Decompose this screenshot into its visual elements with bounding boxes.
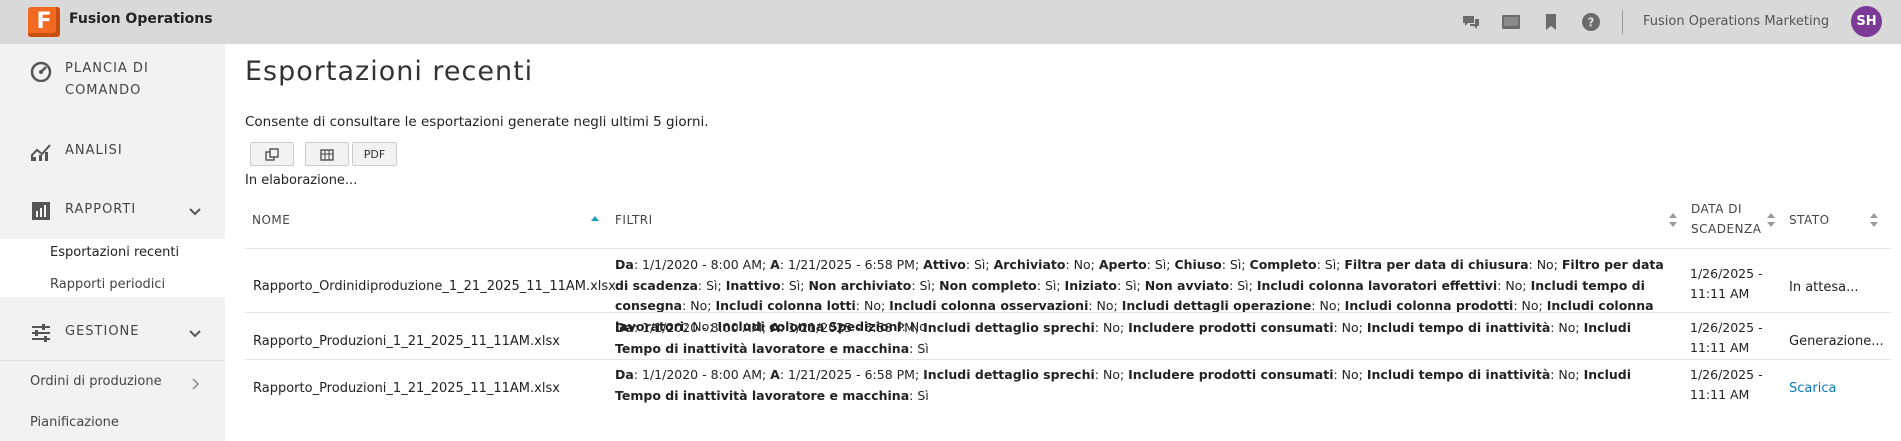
filter-key: Includi colonna prodotti (1344, 298, 1514, 313)
filter-key: Chiuso (1174, 257, 1222, 272)
filter-key: Da (615, 257, 634, 272)
table-icon (320, 149, 334, 161)
column-header-name[interactable]: NOME (252, 213, 290, 227)
column-header-due-date[interactable]: DATA DI SCADENZA (1691, 199, 1763, 239)
chevron-down-icon[interactable] (188, 327, 202, 341)
top-bar-separator (1622, 10, 1623, 34)
copy-icon (265, 148, 279, 161)
column-header-filters[interactable]: FILTRI (615, 213, 653, 227)
sidebar-item-label: RAPPORTI (65, 202, 137, 217)
filter-key: Includi colonna osservazioni (889, 298, 1089, 313)
filter-key: A (770, 320, 780, 335)
file-name[interactable]: Rapporto_Ordinidiproduzione_1_21_2025_11… (253, 279, 616, 294)
filter-key: Filtra per data di chiusura (1344, 257, 1529, 272)
status-cell: Generazione... (1789, 334, 1884, 349)
filter-key: A (770, 257, 780, 272)
analytics-icon (31, 144, 51, 161)
processing-indicator: In elaborazione... (245, 173, 358, 188)
filter-key: Includi tempo di inattività (1366, 320, 1551, 335)
download-link[interactable]: Scarica (1789, 381, 1836, 396)
filter-key: Includere prodotti consumati (1128, 367, 1334, 382)
sidebar-item-production-orders[interactable]: Ordini di produzione (0, 367, 225, 397)
filter-key: Non archiviato (808, 277, 912, 293)
sidebar-item-dashboard[interactable]: PLANCIA DI COMANDO (0, 52, 225, 102)
sidebar-item-label: PLANCIA DI COMANDO (65, 61, 149, 98)
app-logo[interactable]: F (28, 7, 60, 37)
filter-key: Archiviato (993, 257, 1066, 272)
filter-key: Aperto (1098, 257, 1147, 272)
status-cell: In attesa... (1789, 280, 1859, 295)
filter-key: Da (615, 320, 634, 335)
sort-icon[interactable] (1669, 213, 1677, 227)
chat-icon[interactable] (1461, 12, 1481, 32)
sidebar: PLANCIA DI COMANDO ANALISI RAPPORTI Espo… (0, 44, 225, 441)
help-icon[interactable]: ? (1581, 12, 1601, 32)
page-description: Consente di consultare le esportazioni g… (245, 114, 709, 130)
copy-button[interactable] (250, 142, 294, 166)
sidebar-item-reports[interactable]: RAPPORTI (0, 195, 225, 225)
filter-key: Includi dettaglio sprechi (923, 320, 1095, 335)
sidebar-item-label: Pianificazione (30, 415, 119, 430)
sidebar-item-label: GESTIONE (65, 324, 140, 339)
reports-icon (32, 202, 50, 220)
filter-key: Includi dettaglio sprechi (923, 367, 1095, 382)
filter-key: Includi colonna lotti (715, 298, 856, 313)
sidebar-item-management[interactable]: GESTIONE (0, 317, 225, 347)
filter-key: Non completo (939, 277, 1037, 293)
filter-key: Includi colonna lavoratori effettivi (1256, 277, 1498, 293)
top-bar: F Fusion Operations ? Fusion Operations … (0, 0, 1901, 44)
sidebar-item-planning[interactable]: Pianificazione (0, 410, 225, 440)
filter-key: Includere prodotti consumati (1128, 320, 1334, 335)
chevron-right-icon[interactable] (190, 377, 200, 391)
app-title[interactable]: Fusion Operations (69, 11, 213, 27)
chevron-down-icon[interactable] (188, 205, 202, 219)
file-name[interactable]: Rapporto_Produzioni_1_21_2025_11_11AM.xl… (253, 334, 560, 349)
filter-key: Iniziato (1064, 277, 1117, 293)
table-divider (245, 312, 1891, 313)
filters-cell: Da: 1/1/2020 - 8:00 AM; A: 1/21/2025 - 6… (615, 367, 1632, 403)
table-divider (245, 248, 1891, 249)
filter-key: Attivo (923, 257, 966, 272)
sort-asc-icon[interactable] (591, 216, 599, 230)
sort-icon[interactable] (1870, 213, 1878, 227)
sidebar-item-label: ANALISI (65, 143, 123, 158)
csv-button[interactable] (305, 142, 349, 166)
filter-key: Da (615, 367, 634, 382)
table-divider (245, 359, 1891, 360)
sidebar-item-analytics[interactable]: ANALISI (0, 136, 225, 166)
filter-key: Inattivo (725, 277, 781, 293)
due-date-cell: 1/26/2025 - 11:11 AM (1690, 266, 1763, 301)
bookmark-icon[interactable] (1541, 12, 1561, 32)
pdf-button[interactable]: PDF (352, 142, 397, 166)
sidebar-divider (0, 360, 225, 361)
sidebar-item-label: Ordini di produzione (30, 374, 162, 389)
reports-subnav: Esportazioni recenti Rapporti periodici (0, 239, 225, 297)
dashboard-icon (30, 61, 52, 82)
filter-key: Includi dettagli operazione (1121, 298, 1312, 313)
page-title: Esportazioni recenti (245, 56, 534, 87)
svg-text:?: ? (1588, 16, 1595, 30)
column-header-status[interactable]: STATO (1789, 213, 1830, 227)
filter-key: Includi tempo di inattività (1366, 367, 1551, 382)
main-content: Esportazioni recenti Consente di consult… (225, 44, 1901, 441)
avatar[interactable]: SH (1851, 6, 1882, 37)
filter-key: A (770, 367, 780, 382)
due-date-cell: 1/26/2025 - 11:11 AM (1690, 367, 1763, 402)
filter-key: Non avviato (1144, 277, 1230, 293)
filters-cell: Da: 1/1/2020 - 8:00 AM; A: 1/21/2025 - 6… (615, 320, 1632, 356)
tenant-name[interactable]: Fusion Operations Marketing (1643, 14, 1829, 29)
file-name[interactable]: Rapporto_Produzioni_1_21_2025_11_11AM.xl… (253, 381, 560, 396)
subnav-item-recent-exports[interactable]: Esportazioni recenti (50, 245, 179, 260)
subnav-item-periodic-reports[interactable]: Rapporti periodici (50, 277, 165, 292)
screen-icon[interactable] (1501, 12, 1521, 32)
filter-key: Completo (1249, 257, 1317, 272)
sort-icon[interactable] (1767, 213, 1775, 227)
due-date-cell: 1/26/2025 - 11:11 AM (1690, 320, 1763, 355)
sliders-icon (32, 324, 50, 342)
